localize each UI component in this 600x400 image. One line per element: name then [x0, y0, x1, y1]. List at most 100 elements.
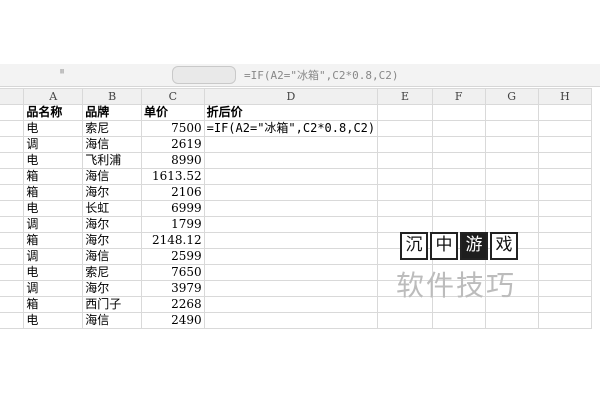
cell[interactable]: [203, 184, 379, 201]
cell[interactable]: 1799: [141, 216, 205, 233]
cell[interactable]: 箱: [23, 184, 84, 201]
cell[interactable]: [377, 104, 433, 121]
cell[interactable]: 海尔: [82, 280, 143, 297]
cell[interactable]: [537, 296, 593, 313]
cell[interactable]: 单价: [141, 104, 205, 121]
cell[interactable]: [537, 152, 593, 169]
cell[interactable]: 2619: [141, 136, 205, 153]
cell[interactable]: [377, 136, 433, 153]
cell[interactable]: 电: [23, 120, 84, 137]
cell[interactable]: 电: [23, 264, 84, 281]
column-header[interactable]: A: [23, 88, 84, 105]
cell[interactable]: [431, 104, 486, 121]
cell[interactable]: [537, 168, 593, 185]
cell[interactable]: [537, 104, 593, 121]
cell[interactable]: 海尔: [82, 232, 143, 249]
cell[interactable]: [377, 184, 433, 201]
formula-input[interactable]: =IF(A2="冰箱",C2*0.8,C2): [244, 67, 398, 83]
row-header-corner[interactable]: [0, 88, 25, 105]
cell[interactable]: [431, 312, 486, 329]
cell[interactable]: 索尼: [82, 264, 143, 281]
column-header[interactable]: E: [377, 88, 433, 105]
cell[interactable]: 箱: [23, 296, 84, 313]
column-header[interactable]: G: [484, 88, 539, 105]
cell[interactable]: [377, 200, 433, 217]
cell[interactable]: [537, 280, 593, 297]
cell[interactable]: [537, 200, 593, 217]
cell[interactable]: 长虹: [82, 200, 143, 217]
cell[interactable]: [484, 152, 539, 169]
cell[interactable]: [203, 280, 379, 297]
cell[interactable]: [484, 136, 539, 153]
cell[interactable]: [203, 232, 379, 249]
cell[interactable]: [484, 200, 539, 217]
cell[interactable]: [484, 104, 539, 121]
cell[interactable]: 海信: [82, 312, 143, 329]
cell[interactable]: [537, 136, 593, 153]
cell[interactable]: [484, 312, 539, 329]
cell[interactable]: [203, 248, 379, 265]
formula-buttons[interactable]: [172, 66, 236, 84]
cell[interactable]: 索尼: [82, 120, 143, 137]
cell[interactable]: 6999: [141, 200, 205, 217]
cell[interactable]: [431, 136, 486, 153]
cell[interactable]: [377, 168, 433, 185]
cell[interactable]: 2106: [141, 184, 205, 201]
cell[interactable]: [537, 216, 593, 233]
cell[interactable]: [203, 168, 379, 185]
cell[interactable]: 调: [23, 216, 84, 233]
column-header[interactable]: H: [537, 88, 593, 105]
cell[interactable]: [203, 136, 379, 153]
cell[interactable]: [484, 216, 539, 233]
cell[interactable]: [203, 152, 379, 169]
cell[interactable]: [537, 248, 593, 265]
column-header[interactable]: C: [141, 88, 205, 105]
cell[interactable]: 2148.12: [141, 232, 205, 249]
cell[interactable]: 西门子: [82, 296, 143, 313]
cell[interactable]: [431, 200, 486, 217]
cell[interactable]: [431, 168, 486, 185]
cell[interactable]: [203, 296, 379, 313]
cell[interactable]: 电: [23, 152, 84, 169]
cell[interactable]: [537, 232, 593, 249]
cell[interactable]: [431, 152, 486, 169]
cell[interactable]: [537, 120, 593, 137]
cell[interactable]: [377, 152, 433, 169]
cell[interactable]: 7650: [141, 264, 205, 281]
cell[interactable]: 3979: [141, 280, 205, 297]
cell[interactable]: 箱: [23, 232, 84, 249]
cell[interactable]: [431, 120, 486, 137]
cell[interactable]: 电: [23, 312, 84, 329]
cell[interactable]: [431, 184, 486, 201]
cell[interactable]: 2599: [141, 248, 205, 265]
cell[interactable]: 飞利浦: [82, 152, 143, 169]
cell[interactable]: 品名称: [23, 104, 84, 121]
cell[interactable]: [203, 200, 379, 217]
cell[interactable]: =IF(A2="冰箱",C2*0.8,C2): [203, 120, 379, 137]
cell[interactable]: [377, 216, 433, 233]
cell[interactable]: 1613.52: [141, 168, 205, 185]
cell[interactable]: 电: [23, 200, 84, 217]
cell[interactable]: [537, 312, 593, 329]
cell[interactable]: 折后价: [203, 104, 379, 121]
cell[interactable]: 箱: [23, 168, 84, 185]
cell[interactable]: 调: [23, 248, 84, 265]
cell[interactable]: 海尔: [82, 216, 143, 233]
cell[interactable]: 2490: [141, 312, 205, 329]
cell[interactable]: [203, 264, 379, 281]
cell[interactable]: 7500: [141, 120, 205, 137]
name-box[interactable]: ᴵᴵ: [60, 67, 170, 81]
cell[interactable]: [431, 216, 486, 233]
cell[interactable]: 海信: [82, 168, 143, 185]
cell[interactable]: [377, 312, 433, 329]
cell[interactable]: [377, 120, 433, 137]
column-header[interactable]: F: [431, 88, 486, 105]
cell[interactable]: 海信: [82, 248, 143, 265]
column-header[interactable]: D: [203, 88, 379, 105]
cell[interactable]: [537, 184, 593, 201]
cell[interactable]: [484, 120, 539, 137]
cell[interactable]: 调: [23, 136, 84, 153]
column-header[interactable]: B: [82, 88, 143, 105]
cell[interactable]: 8990: [141, 152, 205, 169]
cell[interactable]: 调: [23, 280, 84, 297]
